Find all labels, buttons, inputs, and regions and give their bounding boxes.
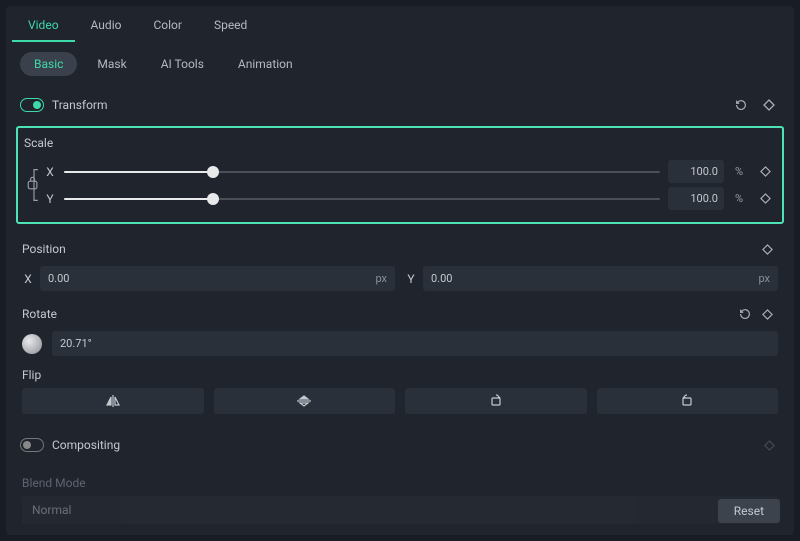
scale-y-row: Y 100.0 %	[44, 187, 776, 210]
position-x-unit: px	[375, 272, 387, 285]
blend-mode-value: Normal	[32, 503, 71, 517]
rotate-section: Rotate 20.71°	[6, 297, 794, 362]
position-y-label: Y	[405, 272, 417, 286]
rotate-ccw-icon	[680, 394, 694, 408]
rotate-keyframe-icon[interactable]	[756, 303, 778, 325]
compositing-toggle[interactable]	[20, 438, 44, 452]
rotate-dial[interactable]	[22, 334, 42, 354]
flip-section: Flip	[6, 362, 794, 420]
compositing-section-header: Compositing	[6, 426, 794, 464]
rotate-reset-icon[interactable]	[734, 303, 756, 325]
transform-toggle[interactable]	[20, 98, 44, 112]
scale-y-label: Y	[44, 192, 56, 206]
scale-y-value[interactable]: 100.0	[668, 187, 724, 210]
position-y-unit: px	[758, 272, 770, 285]
subtab-basic[interactable]: Basic	[20, 52, 77, 76]
reset-icon[interactable]	[730, 94, 752, 116]
tab-video[interactable]: Video	[12, 10, 75, 42]
reset-button[interactable]: Reset	[718, 499, 780, 523]
subtab-animation[interactable]: Animation	[224, 52, 307, 76]
position-section: Position X 0.00 px Y 0.00 px	[6, 232, 794, 297]
flip-vertical-button[interactable]	[214, 388, 396, 414]
blend-mode-select[interactable]: Normal	[22, 496, 778, 524]
scale-x-slider[interactable]	[64, 171, 660, 173]
scale-x-label: X	[44, 165, 56, 179]
position-y-input[interactable]: 0.00 px	[423, 266, 778, 291]
rotate-cw-icon	[489, 394, 503, 408]
transform-section-header: Transform	[6, 86, 794, 124]
scale-y-slider[interactable]	[64, 198, 660, 200]
flip-horizontal-button[interactable]	[22, 388, 204, 414]
flip-horizontal-icon	[106, 395, 120, 407]
scale-y-keyframe-icon[interactable]	[754, 188, 776, 210]
transform-label: Transform	[52, 98, 724, 112]
flip-label: Flip	[22, 368, 778, 382]
scale-x-unit: %	[732, 165, 746, 178]
rotate-label: Rotate	[22, 307, 734, 321]
rotate-input[interactable]: 20.71°	[52, 331, 778, 356]
compositing-label: Compositing	[52, 438, 752, 452]
sub-tabs: Basic Mask AI Tools Animation	[6, 42, 794, 86]
position-y-value: 0.00	[431, 272, 452, 285]
compositing-keyframe-icon[interactable]	[758, 434, 780, 456]
keyframe-icon[interactable]	[758, 94, 780, 116]
scale-label: Scale	[24, 136, 776, 150]
scale-x-value[interactable]: 100.0	[668, 160, 724, 183]
rotate-cw-button[interactable]	[405, 388, 587, 414]
scale-x-row: X 100.0 %	[44, 160, 776, 183]
position-x-label: X	[22, 272, 34, 286]
tab-color[interactable]: Color	[137, 10, 197, 42]
tab-audio[interactable]: Audio	[75, 10, 138, 42]
position-x-value: 0.00	[48, 272, 69, 285]
blend-mode-label: Blend Mode	[22, 476, 778, 490]
scale-y-unit: %	[732, 192, 746, 205]
scale-x-keyframe-icon[interactable]	[754, 161, 776, 183]
subtab-mask[interactable]: Mask	[83, 52, 140, 76]
scale-section: Scale X 100.0 %	[16, 126, 784, 224]
position-x-input[interactable]: 0.00 px	[40, 266, 395, 291]
subtab-ai-tools[interactable]: AI Tools	[147, 52, 218, 76]
blend-section: Blend Mode Normal	[6, 464, 794, 530]
flip-vertical-icon	[297, 395, 311, 407]
main-tabs: Video Audio Color Speed	[6, 6, 794, 42]
position-keyframe-icon[interactable]	[756, 238, 778, 260]
scale-link[interactable]	[24, 160, 44, 210]
position-label: Position	[22, 242, 756, 256]
rotate-ccw-button[interactable]	[597, 388, 779, 414]
tab-speed[interactable]: Speed	[198, 10, 263, 42]
